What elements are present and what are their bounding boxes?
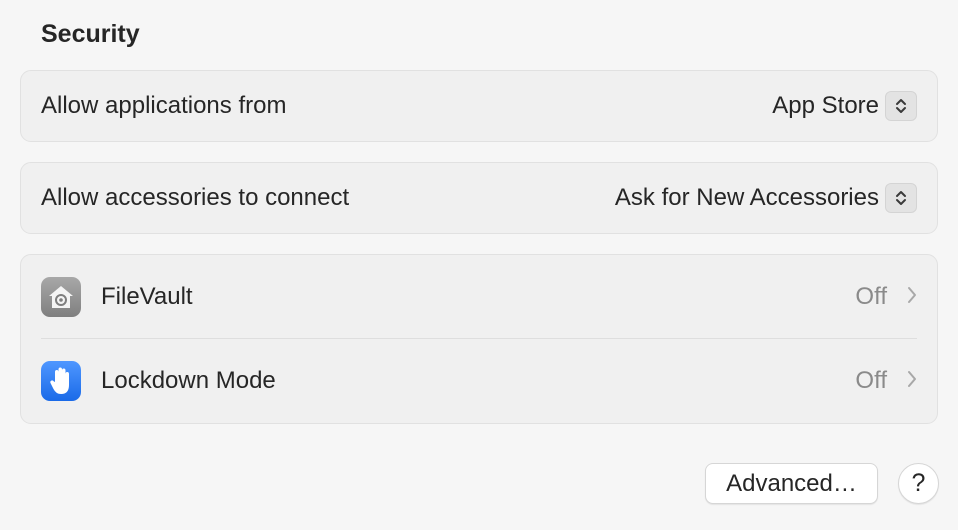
lockdown-mode-label: Lockdown Mode bbox=[101, 367, 276, 394]
allow-applications-popup[interactable]: App Store bbox=[772, 91, 917, 121]
help-button[interactable]: ? bbox=[898, 463, 939, 504]
popup-stepper-icon[interactable] bbox=[885, 91, 917, 121]
allow-applications-row: Allow applications from App Store bbox=[21, 71, 937, 141]
popup-stepper-icon[interactable] bbox=[885, 183, 917, 213]
lockdown-hand-icon bbox=[41, 361, 81, 401]
advanced-button[interactable]: Advanced… bbox=[705, 463, 878, 504]
lockdown-mode-row[interactable]: Lockdown Mode Off bbox=[21, 339, 937, 423]
filevault-icon bbox=[41, 277, 81, 317]
lockdown-mode-value: Off bbox=[855, 367, 887, 394]
filevault-label: FileVault bbox=[101, 283, 193, 310]
filevault-status: Off bbox=[855, 283, 917, 311]
chevron-right-icon bbox=[907, 283, 917, 311]
allow-applications-group: Allow applications from App Store bbox=[20, 70, 938, 142]
allow-accessories-value: Ask for New Accessories bbox=[614, 184, 879, 211]
section-title: Security bbox=[41, 20, 140, 48]
security-features-group: FileVault Off Lockdown Mode Off bbox=[20, 254, 938, 424]
security-settings-pane: Security Allow applications from App Sto… bbox=[0, 0, 958, 530]
filevault-value: Off bbox=[855, 283, 887, 310]
allow-accessories-group: Allow accessories to connect Ask for New… bbox=[20, 162, 938, 234]
allow-accessories-popup[interactable]: Ask for New Accessories bbox=[615, 183, 917, 213]
lockdown-mode-status: Off bbox=[855, 367, 917, 395]
chevron-right-icon bbox=[907, 367, 917, 395]
filevault-row[interactable]: FileVault Off bbox=[21, 255, 937, 339]
allow-applications-label: Allow applications from bbox=[41, 92, 287, 119]
allow-accessories-row: Allow accessories to connect Ask for New… bbox=[21, 163, 937, 233]
allow-applications-value: App Store bbox=[772, 92, 879, 119]
allow-accessories-label: Allow accessories to connect bbox=[41, 184, 350, 211]
